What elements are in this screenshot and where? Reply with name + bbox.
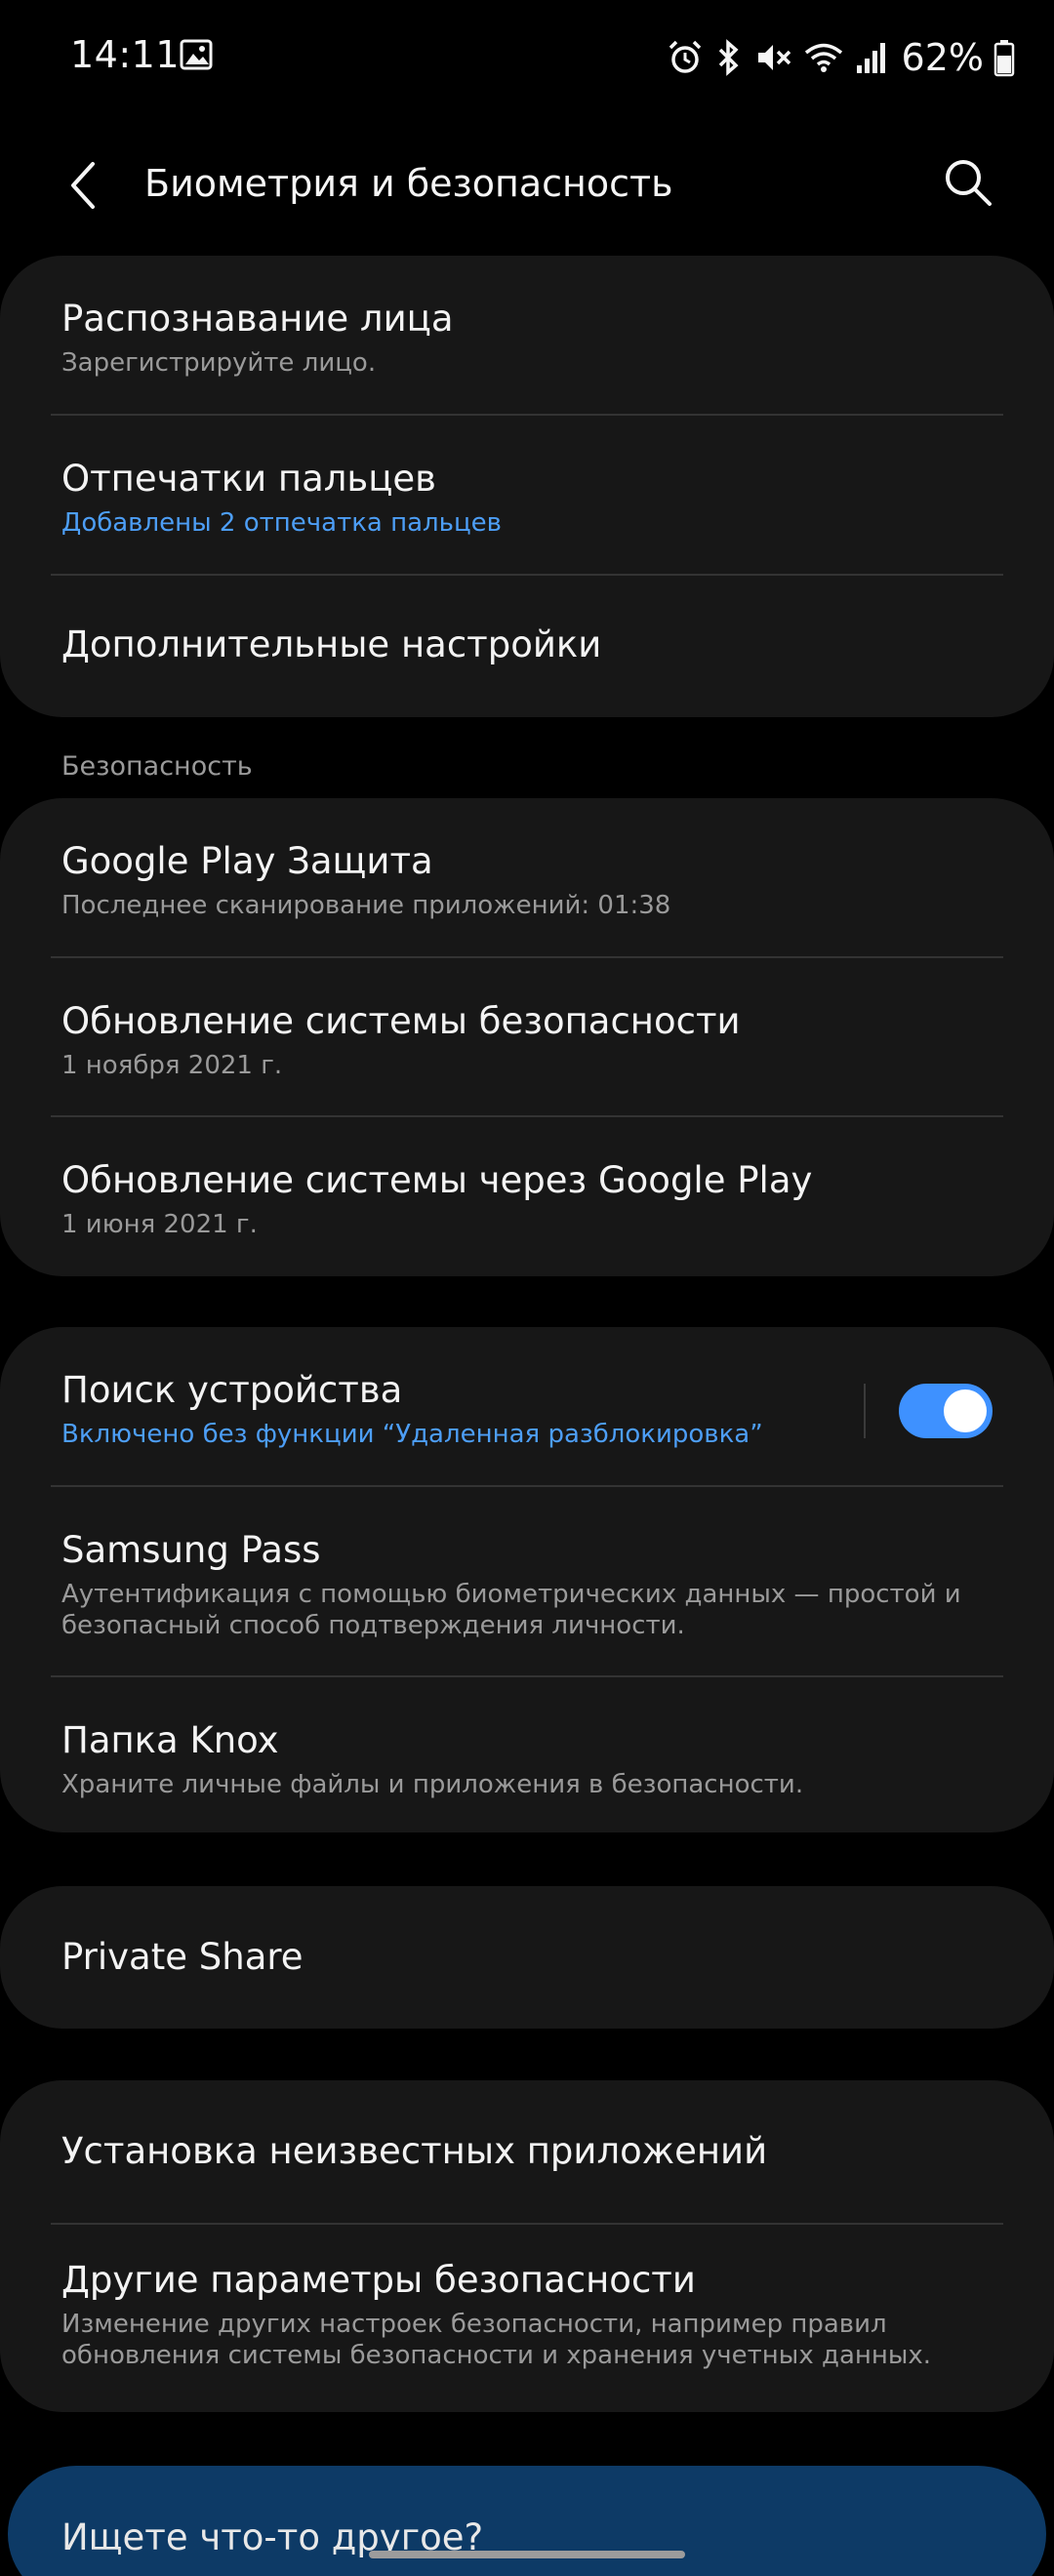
battery-icon [993, 38, 1015, 77]
item-subtitle: Зарегистрируйте лицо. [61, 348, 377, 378]
bluetooth-icon [714, 38, 744, 77]
other-security-settings-item[interactable]: Другие параметры безопасности Изменение … [0, 2225, 1054, 2412]
item-subtitle: Храните личные файлы и приложения в безо… [61, 1770, 804, 1799]
other-security-card: Установка неизвестных приложений Другие … [0, 2080, 1054, 2412]
knox-folder-item[interactable]: Папка Knox Храните личные файлы и прилож… [0, 1677, 1054, 1832]
suggestion-card[interactable]: Ищете что-то другое? [8, 2466, 1046, 2576]
biometrics-card: Распознавание лица Зарегистрируйте лицо.… [0, 256, 1054, 717]
additional-settings-item[interactable]: Дополнительные настройки [0, 576, 1054, 717]
app-bar: Биометрия и безопасность [0, 117, 1054, 244]
item-subtitle: Последнее сканирование приложений: 01:38 [61, 891, 671, 920]
google-play-system-update-item[interactable]: Обновление системы через Google Play 1 и… [0, 1117, 1054, 1276]
find-my-device-item[interactable]: Поиск устройства Включено без функции “У… [0, 1327, 1054, 1487]
find-my-device-toggle[interactable] [899, 1384, 993, 1438]
item-title: Поиск устройства [61, 1369, 403, 1411]
item-title: Установка неизвестных приложений [61, 2130, 768, 2172]
mute-icon [753, 38, 792, 77]
item-title: Обновление системы через Google Play [61, 1159, 813, 1201]
wifi-icon [802, 38, 845, 77]
toggle-area [864, 1382, 993, 1440]
toggle-knob [944, 1389, 987, 1432]
alarm-icon [666, 38, 705, 77]
item-subtitle: Изменение других настроек безопасности, … [61, 2310, 932, 2370]
status-bar: 14:11 62% [0, 0, 1054, 117]
item-title: Private Share [61, 1936, 304, 1978]
search-button[interactable] [927, 139, 1009, 226]
toggle-separator [864, 1384, 866, 1438]
item-title: Другие параметры безопасности [61, 2259, 696, 2301]
item-title: Дополнительные настройки [61, 624, 602, 665]
item-subtitle: 1 июня 2021 г. [61, 1210, 258, 1239]
face-recognition-item[interactable]: Распознавание лица Зарегистрируйте лицо. [0, 256, 1054, 416]
page-title: Биометрия и безопасность [144, 162, 673, 205]
security-card: Google Play Защита Последнее сканировани… [0, 798, 1054, 1276]
status-icons: 62% [666, 33, 1015, 82]
status-time: 14:11 [70, 33, 181, 76]
device-card: Поиск устройства Включено без функции “У… [0, 1327, 1054, 1832]
item-subtitle: Добавлены 2 отпечатка пальцев [61, 508, 503, 538]
navigation-handle[interactable] [369, 2551, 685, 2558]
gallery-icon [180, 39, 213, 70]
private-share-item[interactable]: Private Share [0, 1886, 1054, 2029]
samsung-pass-item[interactable]: Samsung Pass Аутентификация с помощью би… [0, 1487, 1054, 1677]
item-subtitle: Аутентификация с помощью биометрических … [61, 1580, 961, 1640]
item-title: Google Play Защита [61, 840, 433, 882]
private-share-card: Private Share [0, 1886, 1054, 2029]
google-play-protect-item[interactable]: Google Play Защита Последнее сканировани… [0, 798, 1054, 958]
security-update-item[interactable]: Обновление системы безопасности 1 ноября… [0, 958, 1054, 1117]
section-label-security: Безопасность [61, 751, 253, 782]
search-icon [946, 160, 992, 206]
back-button[interactable] [49, 137, 117, 234]
item-subtitle: Включено без функции “Удаленная разблоки… [61, 1420, 763, 1449]
screen: 14:11 62% Биометрия и безопасность Распо… [0, 0, 1054, 2576]
item-subtitle: 1 ноября 2021 г. [61, 1051, 283, 1080]
fingerprints-item[interactable]: Отпечатки пальцев Добавлены 2 отпечатка … [0, 416, 1054, 576]
item-title: Samsung Pass [61, 1529, 321, 1571]
install-unknown-apps-item[interactable]: Установка неизвестных приложений [0, 2080, 1054, 2225]
item-title: Папка Knox [61, 1719, 279, 1761]
item-title: Отпечатки пальцев [61, 458, 436, 500]
item-title: Распознавание лица [61, 298, 454, 340]
battery-percent: 62% [901, 36, 984, 79]
item-title: Обновление системы безопасности [61, 1000, 741, 1042]
back-arrow-icon [71, 162, 95, 209]
signal-icon [855, 38, 888, 77]
